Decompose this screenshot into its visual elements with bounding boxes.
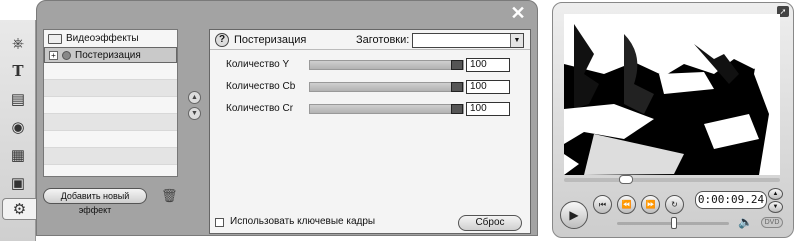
- list-item[interactable]: [44, 165, 177, 176]
- slider-thumb[interactable]: [451, 60, 463, 70]
- slider-thumb[interactable]: [451, 82, 463, 92]
- fast-forward-button[interactable]: ⏩: [641, 195, 660, 214]
- param-slider[interactable]: [309, 104, 464, 114]
- param-value-input[interactable]: 100: [466, 58, 510, 72]
- list-category[interactable]: Видеоэффекты: [44, 30, 177, 47]
- video-effects-icon[interactable]: ⚙: [2, 198, 36, 220]
- list-item[interactable]: [44, 131, 177, 148]
- timecode-up-button[interactable]: ▲: [768, 188, 783, 200]
- video-preview: [564, 14, 780, 175]
- settings-header: ? Постеризация Заготовки: ▼: [210, 30, 530, 50]
- close-icon[interactable]: ✕: [507, 4, 529, 22]
- effect-icon: [62, 50, 71, 60]
- move-down-button[interactable]: ▼: [188, 107, 201, 120]
- slider-thumb[interactable]: [451, 104, 463, 114]
- presets-dropdown[interactable]: ▼: [412, 33, 524, 48]
- frame-icon[interactable]: ▣: [6, 172, 30, 194]
- go-to-start-button[interactable]: ⏮: [593, 195, 612, 214]
- preview-frame-image: [564, 14, 780, 175]
- play-icon: ▶: [569, 208, 579, 222]
- trash-icon[interactable]: 🗑: [161, 188, 178, 203]
- param-slider[interactable]: [309, 82, 464, 92]
- list-item[interactable]: [44, 63, 177, 80]
- timecode-display[interactable]: 0:00:09.24: [695, 191, 767, 209]
- loop-button[interactable]: ↻: [665, 195, 684, 214]
- video-toolbox-icon[interactable]: ⎈: [6, 32, 30, 54]
- param-slider[interactable]: [309, 60, 464, 70]
- timecode-down-button[interactable]: ▼: [768, 201, 783, 213]
- param-cr: Количество Cr 100: [210, 101, 530, 117]
- list-item[interactable]: [44, 97, 177, 114]
- category-label: Видеоэффекты: [66, 33, 139, 44]
- list-item-selected[interactable]: + Постеризация: [44, 47, 177, 63]
- effects-panel: ✕ Видеоэффекты + Постеризация ▲ ▼ Добави…: [36, 0, 538, 236]
- param-value-input[interactable]: 100: [466, 102, 510, 116]
- keyframes-label: Использовать ключевые кадры: [230, 216, 376, 227]
- scrubber-handle[interactable]: [619, 175, 633, 184]
- reset-button[interactable]: Сброс: [458, 215, 522, 231]
- param-label: Количество Y: [226, 59, 290, 70]
- folder-icon: [48, 33, 62, 44]
- param-cb: Количество Cb 100: [210, 79, 530, 95]
- param-label: Количество Cb: [226, 81, 296, 92]
- presets-label: Заготовки:: [356, 34, 410, 46]
- list-item[interactable]: [44, 148, 177, 165]
- title-text-icon[interactable]: T: [6, 60, 30, 82]
- disc-menu-icon[interactable]: ◉: [6, 116, 30, 138]
- rewind-button[interactable]: ⏪: [617, 195, 636, 214]
- dvd-button[interactable]: DVD: [761, 217, 783, 228]
- effect-settings: ? Постеризация Заготовки: ▼ Количество Y…: [209, 29, 531, 234]
- speaker-icon[interactable]: 🔈: [738, 215, 753, 229]
- selected-item-label: Постеризация: [75, 49, 141, 61]
- list-item[interactable]: [44, 80, 177, 97]
- help-icon[interactable]: ?: [215, 33, 229, 47]
- settings-footer: Использовать ключевые кадры Сброс: [210, 214, 530, 232]
- image-overlay-icon[interactable]: ▤: [6, 88, 30, 110]
- effect-title: Постеризация: [234, 34, 307, 46]
- param-value-input[interactable]: 100: [466, 80, 510, 94]
- add-effect-button[interactable]: Добавить новый эффект: [43, 188, 147, 215]
- param-y: Количество Y 100: [210, 57, 530, 73]
- play-button[interactable]: ▶: [560, 201, 588, 229]
- edit-toolbar: ⎈ T ▤ ◉ ▦ ▣ ⚙: [0, 20, 36, 241]
- move-up-button[interactable]: ▲: [188, 91, 201, 104]
- preview-player: ➚ ▶ ⏮ ⏪ ⏩ ↻ 0:00:09.24 ▲ ▼ 🔈 DVD: [552, 2, 794, 238]
- list-item[interactable]: [44, 114, 177, 131]
- chevron-down-icon[interactable]: ▼: [510, 34, 523, 47]
- keyframes-checkbox[interactable]: [215, 218, 224, 227]
- param-label: Количество Cr: [226, 103, 294, 114]
- scrubber-track[interactable]: [564, 178, 780, 182]
- effects-list: Видеоэффекты + Постеризация: [43, 29, 178, 177]
- expand-icon[interactable]: +: [49, 50, 58, 60]
- clapper-icon[interactable]: ▦: [6, 144, 30, 166]
- volume-handle[interactable]: [671, 217, 677, 229]
